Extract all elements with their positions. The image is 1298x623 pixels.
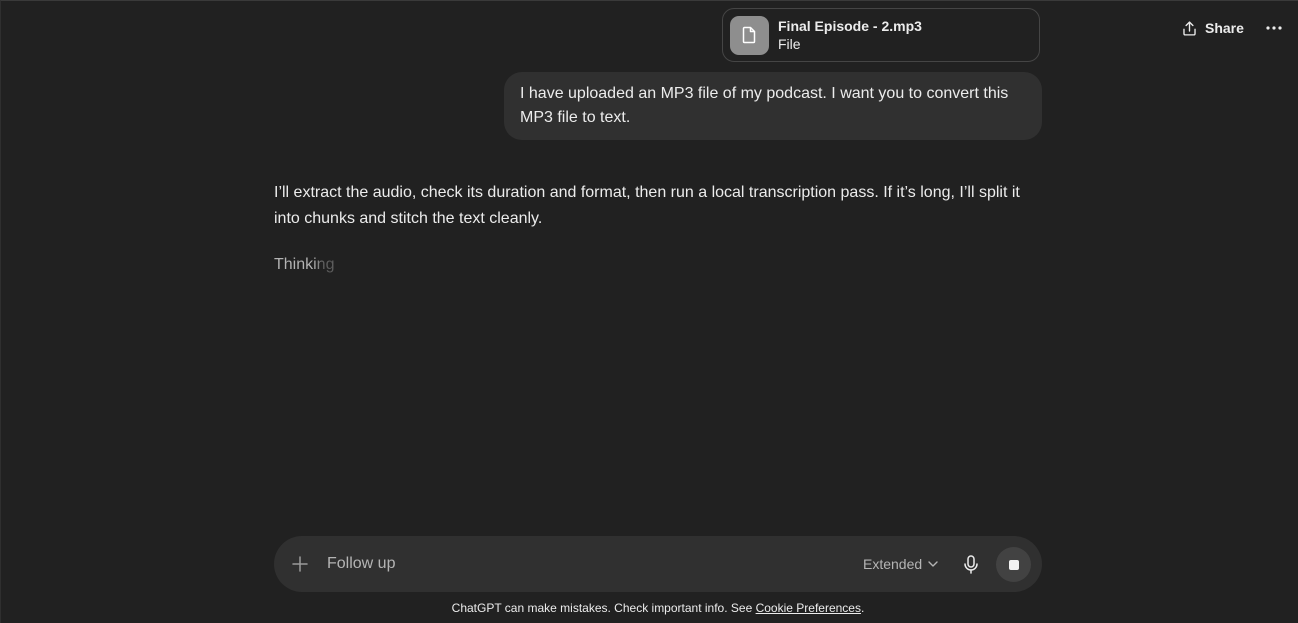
cookie-preferences-link[interactable]: Cookie Preferences bbox=[756, 601, 861, 615]
file-info: Final Episode - 2.mp3 File bbox=[778, 17, 922, 53]
chevron-down-icon bbox=[928, 561, 938, 567]
thinking-status: Thinking bbox=[274, 253, 334, 277]
share-label: Share bbox=[1205, 20, 1244, 36]
share-button[interactable]: Share bbox=[1173, 18, 1252, 38]
microphone-button[interactable] bbox=[960, 553, 982, 575]
stop-icon bbox=[1008, 559, 1019, 570]
composer: Extended bbox=[274, 536, 1042, 592]
disclaimer-period: . bbox=[860, 601, 865, 615]
user-message-text: I have uploaded an MP3 file of my podcas… bbox=[520, 85, 1009, 126]
follow-up-input[interactable] bbox=[327, 552, 827, 576]
user-message-bubble: I have uploaded an MP3 file of my podcas… bbox=[504, 72, 1042, 140]
add-attachment-button[interactable] bbox=[290, 554, 310, 574]
more-horizontal-icon bbox=[1266, 26, 1282, 30]
model-label: Extended bbox=[863, 556, 923, 572]
disclaimer-text: ChatGPT can make mistakes. Check importa… bbox=[451, 601, 756, 615]
share-upload-icon bbox=[1183, 20, 1196, 36]
more-options-button[interactable] bbox=[1263, 18, 1285, 38]
document-icon bbox=[742, 26, 756, 44]
file-attachment-card[interactable]: Final Episode - 2.mp3 File bbox=[722, 8, 1040, 62]
file-name: Final Episode - 2.mp3 bbox=[778, 18, 922, 34]
stop-generating-button[interactable] bbox=[996, 547, 1031, 582]
file-type: File bbox=[778, 36, 801, 52]
assistant-message: I’ll extract the audio, check its durati… bbox=[274, 184, 1020, 227]
microphone-icon bbox=[964, 554, 978, 574]
plus-icon bbox=[292, 556, 308, 572]
disclaimer: ChatGPT can make mistakes. Check importa… bbox=[1, 600, 1298, 616]
model-selector[interactable]: Extended bbox=[863, 554, 938, 574]
file-icon-container bbox=[730, 15, 769, 55]
chat-window: Share Final Episode - 2.mp3 File I have … bbox=[0, 0, 1298, 623]
